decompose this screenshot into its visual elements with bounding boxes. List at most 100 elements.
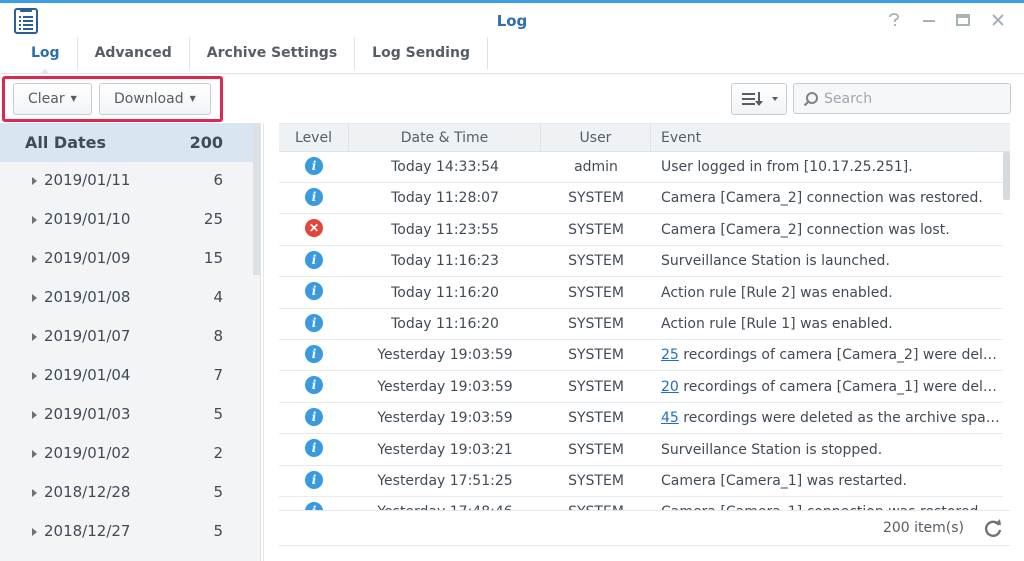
expand-arrow-icon[interactable] — [32, 372, 37, 380]
column-header-date-time[interactable]: Date & Time — [349, 124, 541, 152]
cell-user: admin — [574, 159, 618, 175]
cell-date-time: Yesterday 17:48:46 — [349, 497, 541, 510]
expand-arrow-icon[interactable] — [32, 294, 37, 302]
info-icon: i — [305, 407, 323, 426]
sidebar-scrollbar[interactable] — [253, 123, 260, 275]
tab-archive-settings[interactable]: Archive Settings — [190, 37, 356, 69]
sidebar-item-date[interactable]: 2019/01/04 7 — [0, 357, 253, 396]
sidebar-item-date[interactable]: 2019/01/07 8 — [0, 318, 253, 357]
tab-log-sending[interactable]: Log Sending — [355, 37, 488, 69]
sidebar-item-label: 2019/01/04 — [44, 366, 131, 384]
cell-event: Action rule [Rule 1] was enabled. — [661, 309, 1001, 340]
table-row[interactable]: i Today 11:16:23 SYSTEM Surveillance Statio… — [279, 246, 1003, 278]
table-row[interactable]: i Today 11:28:07 SYSTEM Camera [Camera_2] c… — [279, 183, 1003, 215]
sidebar-item-count: 8 — [213, 327, 223, 345]
info-icon: i — [305, 439, 323, 458]
minimize-icon[interactable] — [918, 9, 940, 31]
cell-user: SYSTEM — [541, 497, 651, 510]
cell-level: i — [279, 497, 349, 510]
sidebar-item-label: All Dates — [25, 133, 107, 152]
table-row[interactable]: i Yesterday 19:03:21 SYSTEM Surveillance St… — [279, 435, 1003, 466]
help-icon[interactable] — [883, 9, 905, 31]
cell-user: SYSTEM — [568, 316, 624, 332]
table-scrollbar[interactable] — [1003, 152, 1010, 200]
sidebar-item-date[interactable]: 2018/12/28 5 — [0, 474, 253, 513]
expand-arrow-icon[interactable] — [32, 216, 37, 224]
refresh-icon[interactable] — [982, 517, 1004, 539]
close-icon[interactable] — [987, 9, 1009, 31]
event-text: Camera [Camera_2] connection was restore… — [661, 190, 983, 207]
table-row[interactable]: i Today 14:33:54 admin User logged in from … — [279, 152, 1003, 183]
cell-date-time: Yesterday 19:03:59 — [377, 410, 513, 427]
table-row[interactable]: i Yesterday 19:03:59 SYSTEM 20 recordings o… — [279, 372, 1003, 403]
event-text: recordings of camera [Camera_1] were del… — [678, 378, 1001, 395]
expand-arrow-icon[interactable] — [32, 177, 37, 185]
sidebar-item-date[interactable]: 2019/01/02 2 — [0, 435, 253, 474]
cell-date-time: Today 11:16:20 — [391, 284, 499, 301]
cell-level: i — [279, 246, 349, 277]
cell-event: Surveillance Station is stopped. — [661, 435, 1001, 466]
table-row[interactable]: i Yesterday 17:48:46SYSTEM Camera [Camera_… — [279, 497, 1003, 510]
table-row[interactable]: ✕ Today 11:23:55 SYSTEM Camera [Camera_2] c… — [279, 215, 1003, 246]
cell-level: i — [279, 466, 349, 497]
event-text: Surveillance Station is stopped. — [661, 441, 883, 458]
cell-level: i — [279, 309, 349, 340]
sidebar-item-date[interactable]: 2018/12/27 5 — [0, 513, 253, 552]
expand-arrow-icon[interactable] — [32, 489, 37, 497]
tab-log[interactable]: Log — [14, 37, 78, 74]
info-icon: i — [305, 470, 323, 489]
maximize-icon[interactable] — [952, 9, 974, 31]
cell-date-time: Yesterday 19:03:21 — [377, 441, 513, 458]
table-row[interactable]: i Today 11:16:20 SYSTEM Action rule [Rule 2… — [279, 278, 1003, 309]
cell-user: SYSTEM — [568, 253, 624, 270]
recordings-link[interactable]: 20 — [661, 379, 679, 395]
expand-arrow-icon[interactable] — [32, 255, 37, 263]
expand-arrow-icon[interactable] — [32, 528, 37, 536]
tab-advanced[interactable]: Advanced — [78, 37, 190, 69]
info-icon: i — [305, 344, 323, 363]
sidebar-item-label: 2019/01/08 — [44, 288, 131, 306]
column-header-user[interactable]: User — [541, 124, 651, 152]
cell-date-time: Today 11:16:23 — [391, 253, 499, 270]
sidebar-item-date[interactable]: 2019/01/08 4 — [0, 279, 253, 318]
event-text: Camera [Camera_1] was restarted. — [661, 473, 908, 489]
recordings-link[interactable]: 25 — [661, 347, 679, 363]
window-title: Log — [496, 12, 528, 30]
expand-arrow-icon[interactable] — [32, 333, 37, 341]
recordings-link[interactable]: 45 — [661, 410, 679, 426]
sidebar-item-date[interactable]: 2019/01/03 5 — [0, 396, 253, 435]
item-count: 200 item(s) — [882, 520, 964, 536]
log-table: Level Date & Time User Event i Today 14:3… — [279, 123, 1010, 510]
sidebar-item-date[interactable]: 2019/01/10 25 — [0, 201, 253, 240]
expand-arrow-icon[interactable] — [32, 450, 37, 458]
cell-user: SYSTEM — [568, 441, 624, 458]
sidebar-item-label: 2019/01/10 — [44, 210, 131, 228]
table-row[interactable]: i Yesterday 19:03:59 SYSTEM 25 recordings o… — [279, 340, 1003, 372]
sidebar-item-label: 2019/01/02 — [44, 444, 131, 462]
table-row[interactable]: i Today 11:16:20 SYSTEM Action rule [Rule 1… — [279, 309, 1003, 340]
cell-event: Camera [Camera_1] connection was restore… — [661, 497, 1001, 510]
sidebar-item-date[interactable]: 2019/01/11 6 — [0, 162, 253, 201]
sidebar-item-count: 2 — [213, 444, 223, 462]
sidebar-item-date[interactable]: 2019/01/09 15 — [0, 240, 253, 279]
sidebar-item-count: 5 — [213, 483, 223, 501]
table-row[interactable]: i Yesterday 19:03:59 SYSTEM 45 recordings w… — [279, 403, 1003, 435]
sidebar-item-all-dates[interactable]: All Dates 200 — [0, 123, 253, 162]
cell-user: SYSTEM — [568, 190, 624, 207]
sidebar-item-count: 4 — [213, 288, 223, 306]
event-text: recordings were deleted as the archive s… — [678, 410, 1001, 427]
expand-arrow-icon[interactable] — [32, 411, 37, 419]
sort-icon — [732, 92, 788, 118]
cell-level: i — [279, 403, 349, 434]
sidebar-item-label: 2019/01/11 — [44, 171, 131, 189]
column-header-level[interactable]: Level — [279, 124, 349, 152]
search-box[interactable] — [793, 83, 1011, 114]
sort-button[interactable] — [731, 83, 787, 115]
info-icon: i — [305, 156, 323, 175]
search-input[interactable] — [824, 89, 1004, 109]
cell-level: i — [279, 278, 349, 309]
table-row[interactable]: i Yesterday 17:51:25 SYSTEM Camera [Camera_… — [279, 466, 1003, 497]
cell-date-time: Today 11:28:07 — [391, 190, 499, 207]
sidebar-item-count: 5 — [213, 522, 223, 540]
column-header-event[interactable]: Event — [651, 124, 1010, 152]
